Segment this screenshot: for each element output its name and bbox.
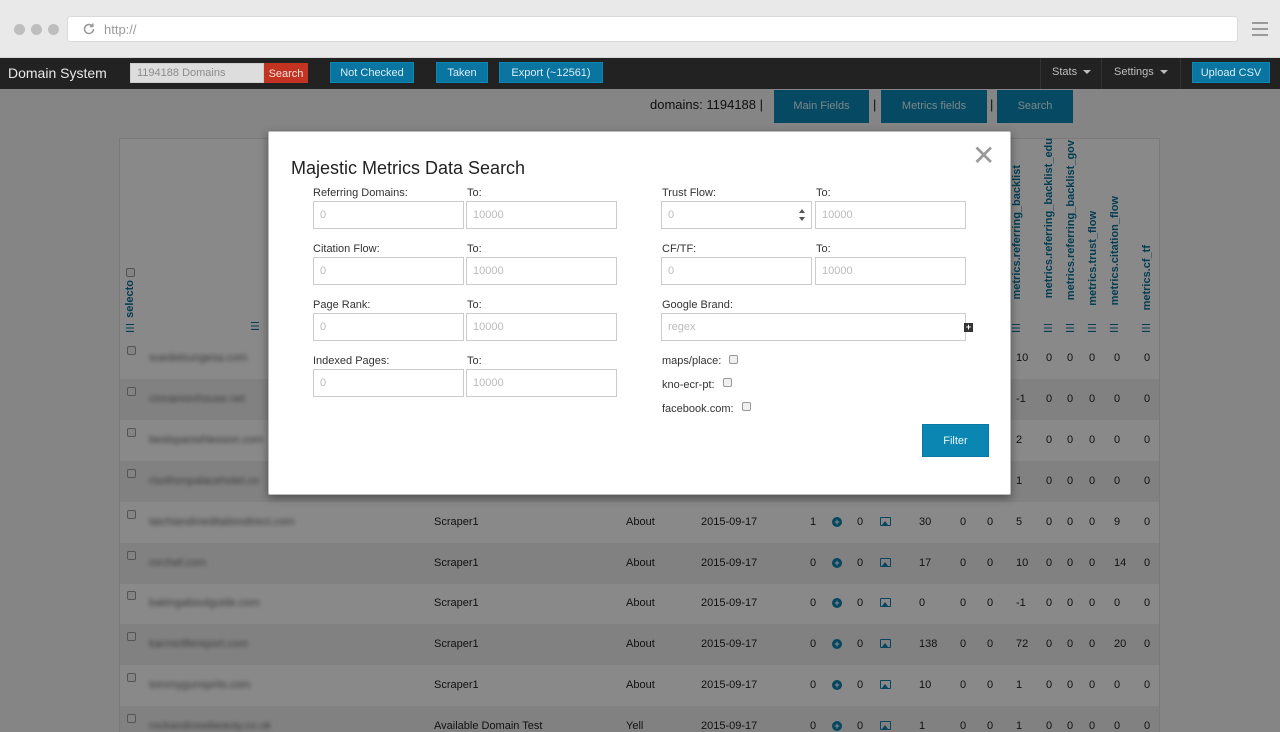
filter-button[interactable]: Filter bbox=[922, 424, 989, 457]
to-label: To: bbox=[816, 187, 831, 199]
trust-flow-label: Trust Flow: bbox=[662, 187, 716, 199]
citation-flow-from-input[interactable]: 0 bbox=[313, 257, 464, 285]
settings-menu[interactable]: Settings bbox=[1114, 66, 1168, 78]
to-label: To: bbox=[467, 187, 482, 199]
url-bar[interactable]: http:// bbox=[67, 16, 1238, 42]
trust-flow-from-input[interactable]: 0 bbox=[661, 201, 812, 229]
cf-tf-from-input[interactable]: 0 bbox=[661, 257, 812, 285]
referring-domains-label: Referring Domains: bbox=[313, 187, 408, 199]
search-input[interactable]: 1194188 Domains bbox=[130, 63, 264, 83]
indexed-pages-to-input[interactable]: 10000 bbox=[466, 369, 617, 397]
nav-divider bbox=[1040, 58, 1041, 89]
url-text: http:// bbox=[104, 21, 137, 37]
reload-icon[interactable] bbox=[82, 22, 96, 36]
kno-ecr-pt-label: kno-ecr-pt: bbox=[662, 379, 715, 391]
export-button[interactable]: Export (~12561) bbox=[499, 62, 603, 83]
nav-divider bbox=[1180, 58, 1181, 89]
browser-chrome: http:// bbox=[0, 0, 1280, 58]
settings-label: Settings bbox=[1114, 66, 1154, 78]
metrics-search-modal: Majestic Metrics Data Search ✕ Referring… bbox=[268, 131, 1011, 495]
citation-flow-label: Citation Flow: bbox=[313, 243, 380, 255]
cf-tf-to-input[interactable]: 10000 bbox=[815, 257, 966, 285]
stats-label: Stats bbox=[1052, 66, 1078, 78]
referring-domains-from-input[interactable]: 0 bbox=[313, 201, 464, 229]
search-button[interactable]: Search bbox=[264, 63, 308, 83]
window-dot-icon[interactable] bbox=[14, 24, 25, 35]
to-label: To: bbox=[467, 355, 482, 367]
page-rank-to-input[interactable]: 10000 bbox=[466, 313, 617, 341]
window-dot-icon[interactable] bbox=[31, 24, 42, 35]
referring-domains-to-input[interactable]: 10000 bbox=[466, 201, 617, 229]
stats-menu[interactable]: Stats bbox=[1052, 66, 1092, 78]
maps-place-label: maps/place: bbox=[662, 355, 722, 367]
trust-flow-from-value: 0 bbox=[668, 209, 675, 221]
window-dot-icon[interactable] bbox=[48, 24, 59, 35]
maps-place-checkbox[interactable] bbox=[729, 355, 738, 364]
close-icon[interactable]: ✕ bbox=[972, 142, 995, 170]
kno-ecr-pt-checkbox[interactable] bbox=[723, 378, 732, 387]
page-rank-label: Page Rank: bbox=[313, 299, 371, 311]
facebook-checkbox[interactable] bbox=[742, 402, 751, 411]
indexed-pages-label: Indexed Pages: bbox=[313, 355, 390, 367]
to-label: To: bbox=[467, 299, 482, 311]
google-brand-input[interactable]: regex bbox=[661, 313, 966, 341]
add-icon[interactable]: + bbox=[964, 323, 973, 332]
nav-divider bbox=[1101, 58, 1102, 89]
caret-down-icon bbox=[1083, 70, 1092, 75]
facebook-label: facebook.com: bbox=[662, 403, 734, 415]
citation-flow-to-input[interactable]: 10000 bbox=[466, 257, 617, 285]
caret-down-icon bbox=[1159, 70, 1168, 75]
to-label: To: bbox=[467, 243, 482, 255]
spinner-icon[interactable] bbox=[799, 209, 805, 221]
modal-title: Majestic Metrics Data Search bbox=[291, 158, 526, 178]
menu-icon[interactable] bbox=[1252, 22, 1268, 36]
cf-tf-label: CF/TF: bbox=[662, 243, 697, 255]
window-controls bbox=[14, 24, 59, 35]
not-checked-button[interactable]: Not Checked bbox=[330, 62, 414, 83]
taken-button[interactable]: Taken bbox=[436, 62, 488, 83]
brand-title[interactable]: Domain System bbox=[8, 65, 107, 81]
to-label: To: bbox=[816, 243, 831, 255]
google-brand-label: Google Brand: bbox=[662, 299, 733, 311]
trust-flow-to-input[interactable]: 10000 bbox=[815, 201, 966, 229]
upload-csv-button[interactable]: Upload CSV bbox=[1192, 62, 1270, 83]
page-rank-from-input[interactable]: 0 bbox=[313, 313, 464, 341]
indexed-pages-from-input[interactable]: 0 bbox=[313, 369, 464, 397]
